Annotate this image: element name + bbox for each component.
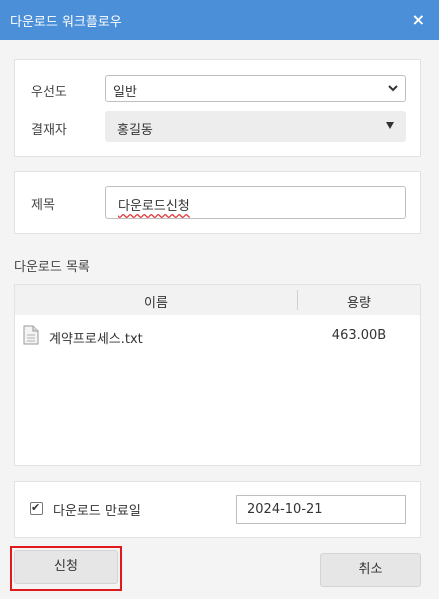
close-icon[interactable]: × [412,10,425,29]
approver-value: 홍길동 [117,123,153,138]
expiry-date-value: 2024-10-21 [247,502,323,517]
subject-label: 제목 [31,198,55,213]
chevron-down-icon [388,85,398,92]
list-item[interactable]: 계약프로세스.txt 463.00B [15,323,420,347]
subject-value: 다운로드신청 [118,199,190,214]
priority-label: 우선도 [31,85,67,100]
file-size: 463.00B [331,328,387,343]
priority-value: 일반 [113,85,137,100]
dropdown-arrow-icon [386,122,394,129]
column-header-name[interactable]: 이름 [15,292,297,311]
file-name: 계약프로세스.txt [49,332,143,347]
apply-button[interactable]: 신청 [14,550,118,584]
approval-panel [14,59,421,157]
cancel-button[interactable]: 취소 [320,553,421,587]
priority-select[interactable]: 일반 [105,75,406,102]
document-icon [23,325,39,345]
download-list-title: 다운로드 목록 [14,260,90,275]
approver-select[interactable]: 홍길동 [105,111,406,142]
approver-label: 결재자 [31,123,67,138]
list-header: 이름 용량 [15,285,420,315]
download-list: 이름 용량 계약프로세스.txt 463.00B [14,284,421,466]
expiry-label: 다운로드 만료일 [53,504,141,519]
dialog-title: 다운로드 워크플로우 [10,15,122,30]
expiry-checkbox[interactable]: ✔ [30,501,43,515]
subject-input[interactable]: 다운로드신청 [105,186,406,219]
expiry-date-input[interactable]: 2024-10-21 [236,495,406,524]
checkmark-icon: ✔ [31,501,41,514]
column-header-size[interactable]: 용량 [298,292,420,311]
dialog-titlebar: 다운로드 워크플로우 × [0,0,439,40]
